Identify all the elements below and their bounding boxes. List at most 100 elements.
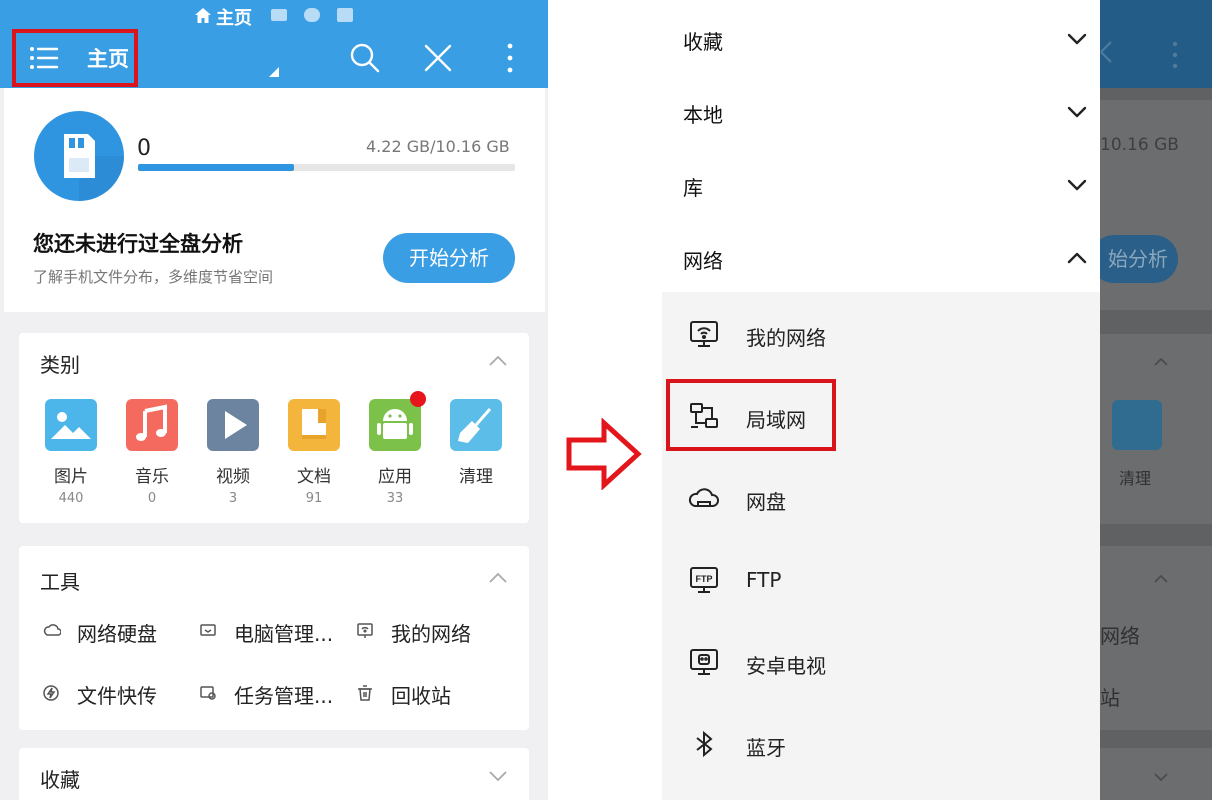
cloud-drive-icon	[688, 488, 719, 507]
network-item[interactable]: 蓝牙	[662, 702, 1100, 782]
categories-card: 类别 图片 440 音乐 0 视频 3 文档 91 应用 33 清理	[19, 333, 529, 523]
chevron-down-icon[interactable]	[1067, 106, 1087, 118]
network-item-label: 我的网络	[746, 326, 826, 350]
right-arrow-icon	[566, 418, 642, 490]
dimmed-background: 10.16 GB 始分析 清理 网络 站	[1090, 0, 1212, 800]
drawer-section-row[interactable]: 网络	[662, 219, 1100, 292]
navigation-drawer: 收藏本地库网络 我的网络局域网网盘 FTP FTP 安卓电视蓝牙	[662, 0, 1100, 800]
chevron-down-icon[interactable]	[1067, 179, 1087, 191]
dimmed-chevron-up-icon	[1154, 358, 1168, 366]
highlight-box-lan	[666, 379, 836, 451]
network-item-label: 蓝牙	[746, 736, 786, 760]
category-label[interactable]: 清理	[441, 462, 511, 487]
analysis-subtitle: 了解手机文件分布，多维度节省空间	[33, 268, 274, 286]
home-icon	[195, 8, 211, 23]
network-item-label: 安卓电视	[746, 654, 826, 678]
wifi-monitor-icon	[690, 321, 718, 347]
wifi-monitor-icon[interactable]	[355, 621, 375, 641]
category-label[interactable]: 图片	[36, 462, 106, 487]
chevron-down-icon[interactable]	[1067, 33, 1087, 45]
tool-item-label[interactable]: 文件快传	[77, 680, 157, 709]
tool-item-label[interactable]: 回收站	[391, 680, 451, 709]
tool-item-label[interactable]: 我的网络	[391, 618, 471, 647]
category-label[interactable]: 视频	[198, 462, 268, 487]
storage-progress-fill	[138, 164, 295, 171]
document-icon[interactable]	[288, 399, 340, 451]
storage-capacity: 4.22 GB/10.16 GB	[366, 137, 510, 156]
network-item-label: FTP	[746, 568, 782, 592]
search-icon[interactable]	[349, 42, 381, 74]
category-label[interactable]: 音乐	[117, 462, 187, 487]
status-app-icon	[271, 9, 287, 21]
drawer-section-row[interactable]: 库	[662, 146, 1100, 219]
android-icon[interactable]	[369, 399, 421, 451]
menu-list-icon[interactable]	[28, 44, 60, 72]
tools-card: 工具 网络硬盘 电脑管理... 我的网络 文件快传 任务管理... 回收站	[19, 546, 529, 730]
start-analysis-button[interactable]: 开始分析	[383, 233, 515, 283]
network-submenu: 我的网络局域网网盘 FTP FTP 安卓电视蓝牙	[662, 292, 1100, 800]
network-item[interactable]: 局域网	[662, 374, 1100, 454]
drawer-section-label: 网络	[683, 249, 723, 273]
drawer-section-row[interactable]: 收藏	[662, 0, 1100, 73]
pc-icon[interactable]	[198, 621, 218, 641]
dimmed-chevron-down-icon	[1154, 773, 1168, 781]
cloud-icon[interactable]	[41, 621, 61, 641]
status-home-title: 主页	[216, 8, 252, 29]
drawer-section-row[interactable]: 本地	[662, 73, 1100, 146]
storage-used-value: 0	[137, 136, 151, 161]
dimmed-close-icon	[1100, 41, 1112, 63]
dimmed-clean-label: 清理	[1119, 469, 1152, 488]
chevron-up-icon[interactable]	[1067, 252, 1087, 264]
chevron-up-icon[interactable]	[488, 572, 508, 584]
more-vertical-icon[interactable]	[504, 42, 516, 74]
top-app-bar: 主页	[0, 29, 548, 88]
chevron-down-icon[interactable]	[488, 770, 508, 782]
storage-progress-track	[138, 164, 515, 171]
notification-badge	[410, 391, 426, 407]
category-count: 33	[386, 491, 404, 506]
music-icon[interactable]	[126, 399, 178, 451]
dimmed-tool-fragment-1: 网络	[1100, 624, 1140, 648]
network-item[interactable]: 我的网络	[662, 292, 1100, 372]
dimmed-top-bar	[1100, 0, 1212, 88]
tv-icon	[690, 649, 718, 675]
network-item-label: 网盘	[746, 490, 786, 514]
category-count: 91	[305, 491, 323, 506]
tool-item-label[interactable]: 任务管理...	[234, 680, 333, 709]
sd-card-icon	[34, 111, 124, 201]
favorites-card: 收藏	[19, 748, 529, 800]
dimmed-analysis-button: 始分析	[1090, 235, 1178, 283]
ftp-icon: FTP	[690, 567, 718, 593]
video-icon[interactable]	[207, 399, 259, 451]
status-mail-icon	[337, 8, 353, 22]
task-icon[interactable]	[198, 683, 218, 703]
broom-icon[interactable]	[450, 399, 502, 451]
network-item[interactable]: 安卓电视	[662, 620, 1100, 700]
close-icon[interactable]	[423, 43, 453, 73]
tool-item-label[interactable]: 网络硬盘	[77, 618, 157, 647]
image-icon[interactable]	[45, 399, 97, 451]
right-phone-screen: 10.16 GB 始分析 清理 网络 站 收藏本地库网络 我的网络局域网网盘 FT…	[662, 0, 1212, 800]
svg-text:FTP: FTP	[696, 574, 713, 584]
network-item[interactable]: FTP FTP	[662, 538, 1100, 618]
dropdown-corner-icon[interactable]	[268, 66, 280, 78]
category-count: 0	[147, 491, 157, 506]
chevron-up-icon[interactable]	[488, 355, 508, 367]
top-bar-title[interactable]: 主页	[87, 43, 129, 73]
category-count: 3	[228, 491, 238, 506]
network-item[interactable]: 网盘	[662, 456, 1100, 536]
category-label[interactable]: 应用	[360, 462, 430, 487]
category-label[interactable]: 文档	[279, 462, 349, 487]
bluetooth-icon	[696, 730, 713, 758]
dimmed-broom-icon	[1112, 400, 1162, 450]
categories-title: 类别	[40, 353, 80, 377]
tool-item-label[interactable]: 电脑管理...	[234, 618, 333, 647]
left-phone-screen: 主页 主页 0 4.22 GB/10.16 GB 您还未进行过全盘分析 了解手机…	[0, 0, 548, 800]
dimmed-chevron-up-icon	[1154, 575, 1168, 583]
drawer-section-label: 收藏	[683, 30, 723, 54]
lightning-icon[interactable]	[41, 683, 61, 703]
analysis-title: 您还未进行过全盘分析	[33, 232, 243, 256]
dimmed-capacity-fragment: 10.16 GB	[1100, 135, 1179, 155]
dimmed-more-icon	[1172, 41, 1178, 69]
trash-icon[interactable]	[355, 683, 375, 703]
